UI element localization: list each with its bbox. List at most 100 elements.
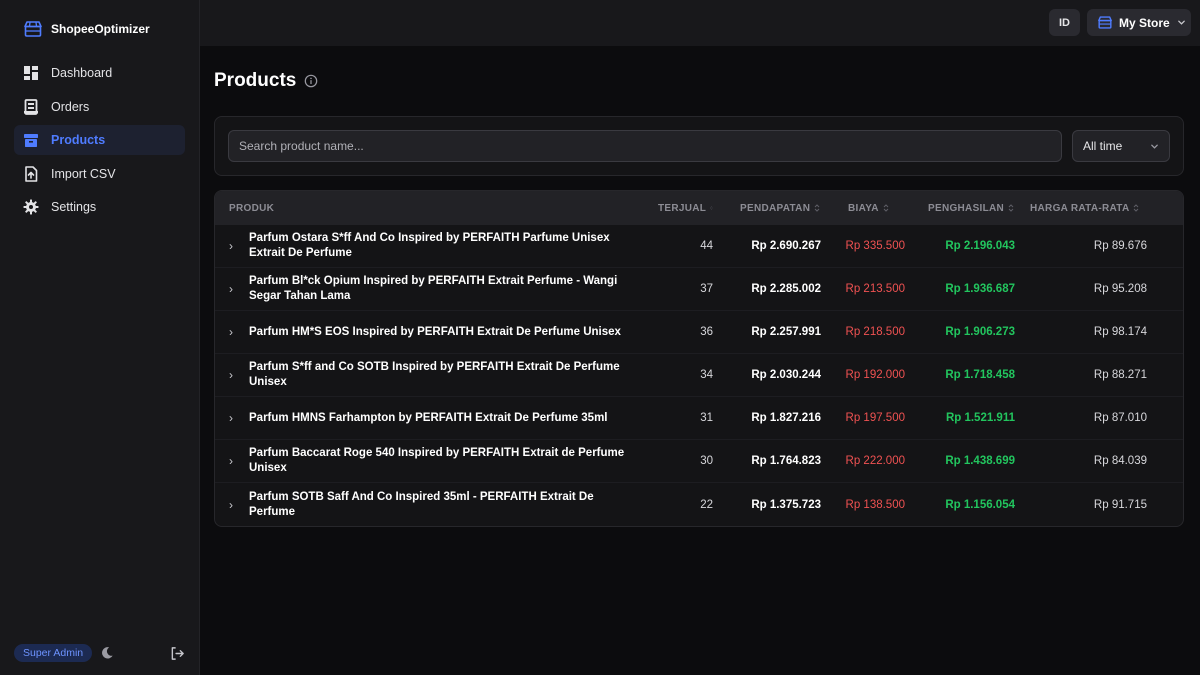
table-header: PRODUK TERJUAL PENDAPATAN BIAYA PENGHASI…: [215, 191, 1183, 225]
chevron-down-icon: [1177, 20, 1185, 25]
column-header-harga-rata-rata[interactable]: HARGA RATA-RATA: [1015, 203, 1147, 214]
chevron-right-icon[interactable]: ›: [229, 498, 249, 512]
product-name: Parfum HMNS Farhampton by PERFAITH Extra…: [249, 411, 608, 424]
revenue-value: Rp 2.030.244: [751, 369, 821, 381]
topbar: ID My Store: [200, 0, 1200, 46]
revenue-value: Rp 2.257.991: [751, 326, 821, 338]
period-select[interactable]: All time: [1072, 130, 1170, 162]
moon-icon[interactable]: [100, 646, 114, 660]
product-name: Parfum Bl*ck Opium Inspired by PERFAITH …: [249, 275, 618, 302]
table-body: › Parfum Ostara S*ff And Co Inspired by P…: [215, 225, 1183, 526]
cost-value: Rp 192.000: [845, 369, 905, 381]
page-title: Products: [214, 70, 297, 91]
column-header-penghasilan[interactable]: PENGHASILAN: [905, 203, 1015, 214]
store-icon: [1098, 16, 1112, 29]
brand[interactable]: ShopeeOptimizer: [0, 0, 199, 58]
sort-icon: [814, 204, 820, 212]
sold-count: 22: [700, 498, 713, 511]
logout-icon[interactable]: [170, 646, 185, 661]
income-value: Rp 1.936.687: [945, 283, 1015, 295]
cost-value: Rp 213.500: [845, 283, 905, 295]
table-row[interactable]: › Parfum S*ff and Co SOTB Inspired by PER…: [215, 354, 1183, 397]
revenue-value: Rp 2.285.002: [751, 283, 821, 295]
column-header-pendapatan[interactable]: PENDAPATAN: [713, 203, 821, 214]
product-name: Parfum HM*S EOS Inspired by PERFAITH Ext…: [249, 325, 621, 338]
column-header-produk[interactable]: PRODUK: [215, 203, 645, 214]
sidebar-item-label: Dashboard: [51, 66, 113, 80]
column-header-biaya[interactable]: BIAYA: [821, 203, 905, 214]
cost-value: Rp 138.500: [845, 498, 905, 511]
table-row[interactable]: › Parfum HM*S EOS Inspired by PERFAITH Ex…: [215, 311, 1183, 354]
cost-value: Rp 197.500: [845, 412, 905, 424]
column-header-terjual[interactable]: TERJUAL: [645, 203, 713, 214]
table-row[interactable]: › Parfum Bl*ck Opium Inspired by PERFAITH…: [215, 268, 1183, 311]
sidebar-item-label: Import CSV: [51, 166, 116, 181]
table-row[interactable]: › Parfum Ostara S*ff And Co Inspired by P…: [215, 225, 1183, 268]
products-table: PRODUK TERJUAL PENDAPATAN BIAYA PENGHASI…: [214, 190, 1184, 527]
products-icon: [24, 134, 38, 147]
language-button[interactable]: ID: [1049, 9, 1080, 36]
role-badge: Super Admin: [14, 644, 93, 662]
info-icon[interactable]: [304, 74, 318, 88]
chevron-right-icon[interactable]: ›: [229, 411, 249, 425]
average-price-value: Rp 89.676: [1093, 240, 1147, 252]
cost-value: Rp 218.500: [845, 326, 905, 338]
sidebar: ShopeeOptimizer Dashboard Orders Product…: [0, 0, 200, 675]
sidebar-item-label: Settings: [51, 200, 97, 214]
sidebar-item-label: Orders: [51, 99, 90, 114]
main-content: Products All time PRODUK TERJUAL PENDAPA…: [214, 46, 1184, 527]
sold-count: 44: [700, 240, 713, 252]
gear-icon: [23, 199, 39, 215]
sold-count: 34: [700, 369, 713, 381]
dashboard-icon: [24, 66, 38, 80]
sidebar-item-products[interactable]: Products: [14, 125, 185, 155]
sold-count: 30: [700, 455, 713, 467]
revenue-value: Rp 2.690.267: [751, 240, 821, 252]
sort-icon: [883, 204, 889, 212]
sort-icon: [1008, 204, 1014, 212]
average-price-value: Rp 87.010: [1093, 412, 1147, 424]
average-price-value: Rp 88.271: [1093, 369, 1147, 381]
chevron-right-icon[interactable]: ›: [229, 282, 249, 296]
cost-value: Rp 335.500: [845, 240, 905, 252]
revenue-value: Rp 1.764.823: [751, 455, 821, 467]
product-name: Parfum Baccarat Roge 540 Inspired by PER…: [249, 447, 625, 474]
sidebar-item-import-csv[interactable]: Import CSV: [14, 159, 185, 189]
revenue-value: Rp 1.375.723: [751, 498, 821, 511]
sidebar-item-dashboard[interactable]: Dashboard: [14, 58, 185, 88]
chevron-right-icon[interactable]: ›: [229, 368, 249, 382]
sold-count: 31: [700, 412, 713, 424]
table-row[interactable]: › Parfum SOTB Saff And Co Inspired 35ml -…: [215, 483, 1183, 526]
sidebar-footer: Super Admin: [14, 644, 185, 662]
chevron-right-icon[interactable]: ›: [229, 239, 249, 253]
product-name: Parfum Ostara S*ff And Co Inspired by PE…: [249, 232, 610, 259]
average-price-value: Rp 95.208: [1093, 283, 1147, 295]
income-value: Rp 1.906.273: [945, 326, 1015, 338]
average-price-value: Rp 91.715: [1093, 498, 1147, 511]
product-name: Parfum S*ff and Co SOTB Inspired by PERF…: [249, 361, 620, 388]
revenue-value: Rp 1.827.216: [751, 412, 821, 424]
chevron-right-icon[interactable]: ›: [229, 454, 249, 468]
product-name: Parfum SOTB Saff And Co Inspired 35ml - …: [249, 490, 594, 518]
sidebar-item-settings[interactable]: Settings: [14, 192, 185, 222]
app-name: ShopeeOptimizer: [51, 22, 150, 36]
table-row[interactable]: › Parfum HMNS Farhampton by PERFAITH Extr…: [215, 397, 1183, 440]
income-value: Rp 1.521.911: [945, 412, 1015, 424]
search-input[interactable]: [228, 130, 1062, 162]
income-value: Rp 2.196.043: [945, 240, 1015, 252]
store-selector[interactable]: My Store: [1087, 9, 1191, 36]
table-row[interactable]: › Parfum Baccarat Roge 540 Inspired by PE…: [215, 440, 1183, 483]
filter-bar: All time: [214, 116, 1184, 176]
average-price-value: Rp 98.174: [1093, 326, 1147, 338]
period-select-value: All time: [1083, 139, 1123, 153]
sold-count: 36: [700, 326, 713, 338]
store-icon: [24, 21, 42, 37]
sort-icon: [1134, 204, 1139, 212]
cost-value: Rp 222.000: [845, 455, 905, 467]
chevron-right-icon[interactable]: ›: [229, 325, 249, 339]
page-header: Products: [214, 46, 1184, 116]
sidebar-item-orders[interactable]: Orders: [14, 92, 185, 122]
orders-icon: [24, 98, 38, 115]
income-value: Rp 1.718.458: [945, 369, 1015, 381]
chevron-down-icon: [1151, 144, 1158, 149]
